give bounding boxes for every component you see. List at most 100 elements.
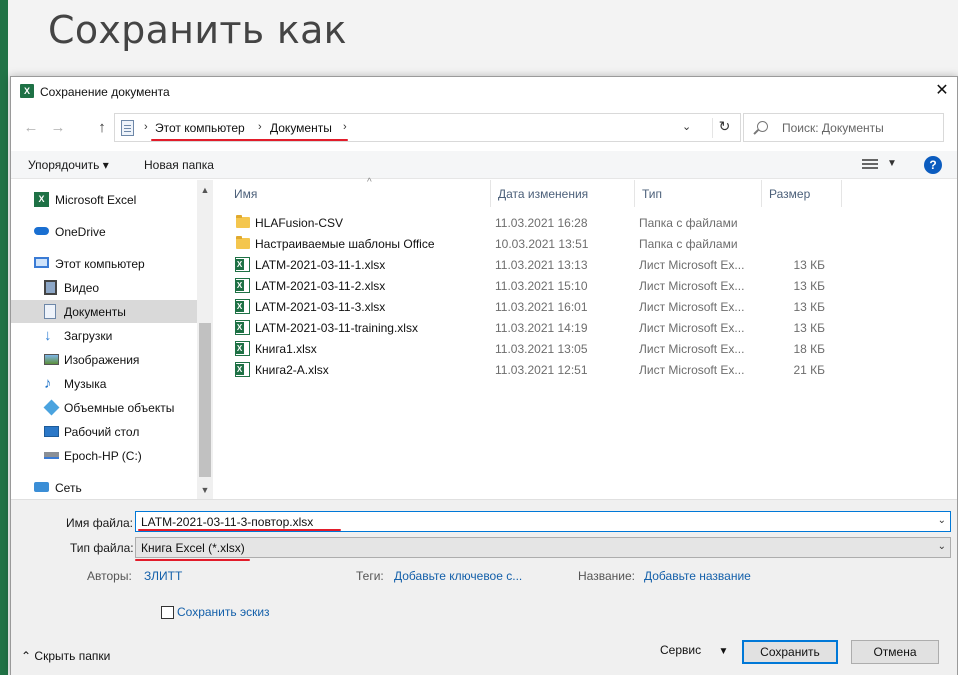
up-arrow-icon[interactable]: ↑ bbox=[93, 118, 111, 138]
sidebar-item-label: Видео bbox=[64, 281, 100, 295]
backstage-green-strip bbox=[0, 0, 8, 675]
scroll-up-icon[interactable]: ▲ bbox=[197, 182, 213, 198]
search-box[interactable] bbox=[743, 113, 944, 142]
file-name: LATM-2021-03-11-3.xlsx bbox=[255, 300, 386, 314]
folder-icon bbox=[236, 215, 250, 228]
folder-icon bbox=[236, 236, 250, 249]
file-date: 11.03.2021 15:10 bbox=[495, 279, 588, 293]
back-arrow-icon[interactable]: ← bbox=[22, 118, 40, 138]
file-date: 10.03.2021 13:51 bbox=[495, 237, 589, 251]
breadcrumb-this-pc[interactable]: Этот компьютер bbox=[155, 121, 245, 135]
sidebar-item-music[interactable]: ♪ Музыка bbox=[11, 372, 197, 395]
refresh-icon[interactable]: ↻ bbox=[712, 118, 736, 138]
file-date: 11.03.2021 13:13 bbox=[495, 258, 588, 272]
file-name: LATM-2021-03-11-2.xlsx bbox=[255, 279, 386, 293]
file-row[interactable]: LATM-2021-03-11-training.xlsx 11.03.2021… bbox=[214, 317, 834, 338]
documents-icon bbox=[121, 120, 134, 136]
file-row[interactable]: LATM-2021-03-11-3.xlsx 11.03.2021 16:01 … bbox=[214, 296, 834, 317]
computer-icon bbox=[34, 257, 49, 268]
breadcrumb-documents[interactable]: Документы bbox=[270, 121, 332, 135]
sidebar-item-downloads[interactable]: ↓ Загрузки bbox=[11, 324, 197, 347]
file-type: Лист Microsoft Ex... bbox=[639, 321, 745, 335]
sidebar-item-label: Epoch-HP (C:) bbox=[64, 449, 142, 463]
navigation-row: ← → ↑ › Этот компьютер › Документы › ⌄ ↻ bbox=[11, 113, 957, 143]
sidebar-item-documents[interactable]: Документы bbox=[11, 300, 197, 323]
column-header-name[interactable]: ^ Имя bbox=[227, 177, 491, 207]
forward-arrow-icon[interactable]: → bbox=[49, 118, 67, 138]
file-type: Лист Microsoft Ex... bbox=[639, 342, 745, 356]
filename-label: Имя файла: bbox=[66, 516, 133, 530]
filetype-label: Тип файла: bbox=[70, 541, 134, 555]
column-header-type[interactable]: Тип bbox=[635, 180, 762, 207]
file-row[interactable]: Книга2-A.xlsx 11.03.2021 12:51 Лист Micr… bbox=[214, 359, 834, 380]
chevron-down-icon[interactable]: ⌄ bbox=[938, 541, 946, 552]
file-row[interactable]: HLAFusion-CSV 11.03.2021 16:28 Папка с ф… bbox=[214, 212, 834, 233]
chevron-down-icon[interactable]: ⌄ bbox=[938, 515, 946, 526]
file-size: 13 КБ bbox=[793, 321, 825, 335]
save-dialog: X Сохранение документа ✕ ← → ↑ › Этот ко… bbox=[10, 76, 958, 675]
sidebar-item-images[interactable]: Изображения bbox=[11, 348, 197, 371]
chevron-down-icon: ▼ bbox=[718, 646, 729, 657]
title-field[interactable]: Добавьте название bbox=[644, 569, 751, 583]
sidebar-item-video[interactable]: Видео bbox=[11, 276, 197, 299]
chevron-down-icon[interactable]: ⌄ bbox=[682, 120, 691, 133]
help-icon[interactable]: ? bbox=[924, 156, 942, 174]
chevron-right-icon: › bbox=[343, 121, 347, 133]
file-row[interactable]: Настраиваемые шаблоны Office 10.03.2021 … bbox=[214, 233, 834, 254]
new-folder-button[interactable]: Новая папка bbox=[144, 158, 214, 172]
sidebar-item-drive-c[interactable]: Epoch-HP (C:) bbox=[11, 444, 197, 467]
sidebar-item-this-pc[interactable]: Этот компьютер bbox=[11, 252, 197, 275]
column-label: Размер bbox=[769, 187, 811, 201]
sidebar-item-microsoft-excel[interactable]: X Microsoft Excel bbox=[11, 188, 197, 211]
network-icon bbox=[34, 482, 49, 492]
scrollbar-thumb[interactable] bbox=[199, 323, 211, 477]
desktop-icon bbox=[44, 426, 59, 437]
sidebar-item-label: OneDrive bbox=[55, 225, 106, 239]
cancel-button[interactable]: Отмена bbox=[851, 640, 939, 664]
column-header-size[interactable]: Размер bbox=[762, 180, 842, 207]
sidebar-scrollbar[interactable]: ▲ ▼ bbox=[197, 180, 213, 499]
navigation-pane: X Microsoft Excel OneDrive Этот компьюте… bbox=[11, 180, 213, 499]
filetype-select[interactable]: Книга Excel (*.xlsx) ⌄ bbox=[135, 537, 951, 558]
column-header-date[interactable]: Дата изменения bbox=[491, 180, 635, 207]
save-thumbnail-checkbox[interactable] bbox=[161, 606, 174, 619]
hide-folders-label: Скрыть папки bbox=[34, 649, 111, 663]
sidebar-item-3d-objects[interactable]: Объемные объекты bbox=[11, 396, 197, 419]
sidebar-item-label: Сеть bbox=[55, 481, 82, 495]
close-icon[interactable]: ✕ bbox=[933, 82, 951, 100]
hide-folders-button[interactable]: ⌃ Скрыть папки bbox=[21, 649, 110, 663]
sidebar-item-label: Документы bbox=[64, 305, 126, 319]
save-button[interactable]: Сохранить bbox=[742, 640, 838, 664]
file-row[interactable]: LATM-2021-03-11-1.xlsx 11.03.2021 13:13 … bbox=[214, 254, 834, 275]
sidebar-item-onedrive[interactable]: OneDrive bbox=[11, 220, 197, 243]
sidebar-item-network[interactable]: Сеть bbox=[11, 476, 197, 499]
file-type: Папка с файлами bbox=[639, 237, 738, 251]
search-input[interactable] bbox=[782, 120, 937, 136]
chevron-right-icon: › bbox=[258, 121, 262, 133]
column-label: Дата изменения bbox=[498, 187, 589, 201]
save-thumbnail-label[interactable]: Сохранить эскиз bbox=[177, 605, 270, 619]
dialog-title: Сохранение документа bbox=[40, 85, 170, 99]
address-bar[interactable]: › Этот компьютер › Документы › ⌄ ↻ bbox=[114, 113, 741, 142]
sidebar-item-desktop[interactable]: Рабочий стол bbox=[11, 420, 197, 443]
tools-button[interactable]: Сервис ▼ bbox=[660, 643, 728, 657]
excel-file-icon bbox=[235, 362, 250, 377]
download-icon: ↓ bbox=[44, 327, 52, 344]
authors-label: Авторы: bbox=[87, 569, 132, 583]
tags-field[interactable]: Добавьте ключевое с... bbox=[394, 569, 522, 583]
view-options-icon[interactable] bbox=[862, 159, 878, 171]
authors-value[interactable]: ЗЛИТТ bbox=[144, 569, 182, 583]
file-row[interactable]: LATM-2021-03-11-2.xlsx 11.03.2021 15:10 … bbox=[214, 275, 834, 296]
sidebar-item-label: Этот компьютер bbox=[55, 257, 145, 271]
scroll-down-icon[interactable]: ▼ bbox=[197, 482, 213, 498]
excel-file-icon bbox=[235, 257, 250, 272]
organize-button[interactable]: Упорядочить ▾ bbox=[28, 158, 109, 172]
file-list: ^ Имя Дата изменения Тип Размер HLAFusio… bbox=[214, 177, 957, 499]
file-size: 13 КБ bbox=[793, 279, 825, 293]
file-name: Книга2-A.xlsx bbox=[255, 363, 329, 377]
excel-icon: X bbox=[34, 192, 49, 207]
file-size: 13 КБ bbox=[793, 258, 825, 272]
excel-icon: X bbox=[20, 84, 34, 98]
file-row[interactable]: Книга1.xlsx 11.03.2021 13:05 Лист Micros… bbox=[214, 338, 834, 359]
chevron-down-icon[interactable]: ▼ bbox=[887, 158, 897, 169]
